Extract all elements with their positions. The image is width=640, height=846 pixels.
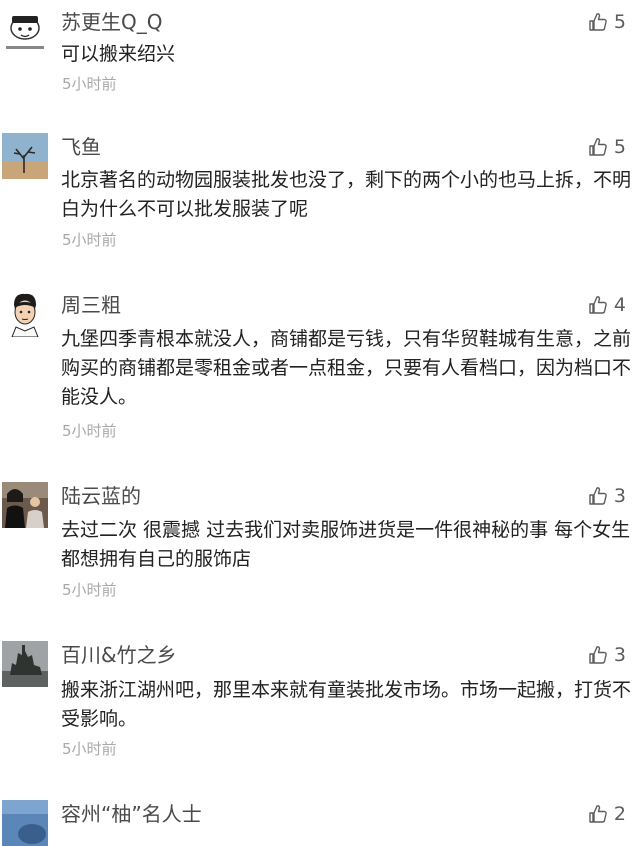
comment-text: 去过二次 很震撼 过去我们对卖服饰进货是一件很神秘的事 每个女生都想拥有自己的服… [61, 519, 631, 570]
thumbs-up-icon [588, 12, 608, 32]
like-count: 5 [613, 11, 626, 33]
comment-text: 北京著名的动物园服装批发也没了，剩下的两个小的也马上拆，不明白为什么不可以批发服… [61, 169, 632, 220]
like-button[interactable]: 3 [588, 641, 626, 669]
thumbs-up-icon [588, 137, 608, 157]
like-button[interactable]: 3 [588, 482, 626, 510]
like-button[interactable]: 2 [588, 800, 626, 828]
avatar[interactable] [2, 482, 48, 528]
like-count: 5 [613, 136, 626, 158]
timestamp: 5小时前 [62, 422, 117, 440]
like-count: 3 [613, 485, 626, 507]
avatar[interactable] [2, 133, 48, 179]
comment-text: 可以搬来绍兴 [61, 43, 176, 65]
username[interactable]: 容州“柚”名人士 [61, 800, 202, 828]
thumbs-up-icon [588, 295, 608, 315]
like-button[interactable]: 5 [588, 8, 626, 36]
thumbs-up-icon [588, 645, 608, 665]
thumbs-up-icon [588, 804, 608, 824]
username[interactable]: 百川&竹之乡 [61, 641, 177, 669]
avatar[interactable] [2, 641, 48, 687]
avatar[interactable] [2, 800, 48, 846]
username[interactable]: 周三粗 [61, 291, 121, 319]
username[interactable]: 苏更生Q_Q [61, 8, 162, 36]
like-button[interactable]: 5 [588, 133, 626, 161]
comment-text: 九堡四季青根本就没人，商铺都是亏钱，只有华贸鞋城有生意，之前购买的商铺都是零租金… [61, 328, 632, 408]
like-count: 2 [613, 803, 626, 825]
thumbs-up-icon [588, 486, 608, 506]
username[interactable]: 陆云蓝的 [61, 482, 141, 510]
comment-page: { "comments": [ { "username": "苏更生Q_Q", … [0, 0, 640, 846]
like-button[interactable]: 4 [588, 291, 626, 319]
comment-text: 搬来浙江湖州吧，那里本来就有童装批发市场。市场一起搬，打货不受影响。 [61, 679, 632, 730]
like-count: 3 [613, 644, 626, 666]
timestamp: 5小时前 [62, 581, 117, 599]
username[interactable]: 飞鱼 [61, 133, 101, 161]
timestamp: 5小时前 [62, 740, 117, 758]
avatar[interactable] [2, 291, 48, 337]
avatar[interactable] [2, 8, 48, 54]
like-count: 4 [613, 294, 626, 316]
timestamp: 5小时前 [62, 75, 117, 93]
timestamp: 5小时前 [62, 231, 117, 249]
